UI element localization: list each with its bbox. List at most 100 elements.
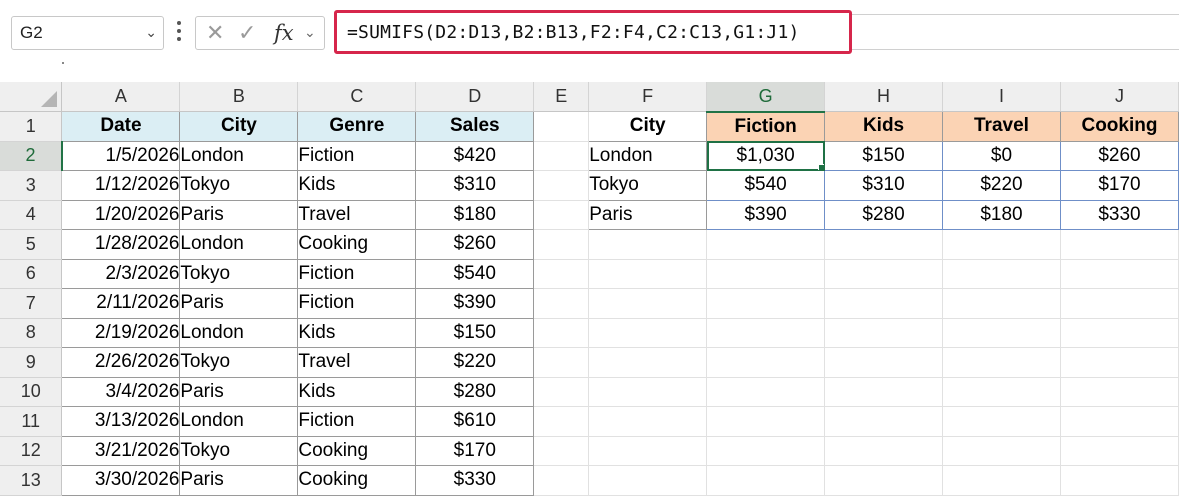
empty-cell[interactable]: [824, 259, 943, 289]
formula-input-extension[interactable]: [852, 14, 1179, 50]
empty-cell[interactable]: [533, 111, 590, 142]
summary-value-cell[interactable]: $540: [706, 170, 826, 201]
city-cell[interactable]: London: [179, 406, 299, 437]
summary-header-genre[interactable]: Travel: [942, 111, 1061, 142]
empty-cell[interactable]: [1060, 436, 1179, 466]
date-cell[interactable]: 2/19/2026: [61, 317, 181, 348]
row-header-8[interactable]: 8: [0, 318, 63, 348]
empty-cell[interactable]: [706, 229, 826, 260]
date-cell[interactable]: 1/28/2026: [61, 229, 181, 260]
sales-cell[interactable]: $610: [415, 406, 535, 437]
genre-cell[interactable]: Cooking: [297, 435, 417, 466]
sales-cell[interactable]: $330: [415, 465, 535, 496]
empty-cell[interactable]: [706, 347, 826, 378]
genre-cell[interactable]: Cooking: [297, 465, 417, 496]
empty-cell[interactable]: [533, 141, 590, 171]
source-header-cell[interactable]: Date: [61, 111, 181, 142]
row-header-11[interactable]: 11: [0, 406, 63, 437]
empty-cell[interactable]: [824, 377, 943, 407]
empty-cell[interactable]: [1060, 377, 1179, 407]
city-cell[interactable]: Tokyo: [179, 347, 299, 378]
sales-cell[interactable]: $150: [415, 317, 535, 348]
city-cell[interactable]: Tokyo: [179, 258, 299, 289]
empty-cell[interactable]: [942, 347, 1061, 378]
empty-cell[interactable]: [533, 259, 590, 289]
row-header-6[interactable]: 6: [0, 259, 63, 289]
city-cell[interactable]: London: [179, 317, 299, 348]
source-header-cell[interactable]: Genre: [297, 111, 417, 142]
date-cell[interactable]: 3/13/2026: [61, 406, 181, 437]
column-header-b[interactable]: B: [179, 82, 299, 112]
sales-cell[interactable]: $310: [415, 170, 535, 201]
sales-cell[interactable]: $280: [415, 376, 535, 407]
city-cell[interactable]: Paris: [179, 376, 299, 407]
column-header-g[interactable]: G: [706, 82, 826, 113]
date-cell[interactable]: 3/30/2026: [61, 465, 181, 496]
empty-cell[interactable]: [942, 377, 1061, 407]
genre-cell[interactable]: Fiction: [297, 288, 417, 319]
summary-header-genre[interactable]: Cooking: [1059, 111, 1179, 142]
genre-cell[interactable]: Fiction: [297, 406, 417, 437]
empty-cell[interactable]: [1060, 347, 1179, 378]
empty-cell[interactable]: [824, 288, 943, 319]
genre-cell[interactable]: Fiction: [297, 258, 417, 289]
summary-value-cell[interactable]: $150: [824, 140, 943, 171]
empty-cell[interactable]: [1060, 259, 1179, 289]
summary-value-cell[interactable]: $280: [824, 199, 943, 230]
empty-cell[interactable]: [706, 259, 826, 289]
sales-cell[interactable]: $390: [415, 288, 535, 319]
sales-cell[interactable]: $260: [415, 229, 535, 260]
empty-cell[interactable]: [824, 406, 943, 437]
empty-cell[interactable]: [824, 436, 943, 466]
row-header-4[interactable]: 4: [0, 200, 63, 230]
city-cell[interactable]: Tokyo: [179, 435, 299, 466]
empty-cell[interactable]: [1060, 229, 1179, 260]
chevron-down-icon[interactable]: ⌄: [304, 24, 316, 41]
empty-cell[interactable]: [588, 288, 708, 319]
empty-cell[interactable]: [942, 436, 1061, 466]
empty-cell[interactable]: [533, 200, 590, 230]
empty-cell[interactable]: [588, 259, 708, 289]
empty-cell[interactable]: [533, 318, 590, 348]
fill-handle[interactable]: [818, 164, 824, 170]
close-icon[interactable]: ✕: [206, 21, 224, 46]
sales-cell[interactable]: $180: [415, 199, 535, 230]
empty-cell[interactable]: [533, 288, 590, 319]
date-cell[interactable]: 3/4/2026: [61, 376, 181, 407]
empty-cell[interactable]: [706, 436, 826, 466]
column-header-a[interactable]: A: [61, 82, 181, 112]
empty-cell[interactable]: [942, 465, 1061, 496]
empty-cell[interactable]: [942, 406, 1061, 437]
genre-cell[interactable]: Kids: [297, 170, 417, 201]
check-icon[interactable]: ✓: [238, 21, 256, 46]
formula-input[interactable]: =SUMIFS(D2:D13,B2:B13,F2:F4,C2:C13,G1:J1…: [334, 10, 852, 54]
date-cell[interactable]: 2/3/2026: [61, 258, 181, 289]
row-header-2[interactable]: 2: [0, 141, 63, 171]
empty-cell[interactable]: [533, 436, 590, 466]
sales-cell[interactable]: $220: [415, 347, 535, 378]
empty-cell[interactable]: [706, 465, 826, 496]
summary-city-cell[interactable]: Tokyo: [588, 170, 708, 201]
source-header-cell[interactable]: City: [179, 111, 299, 142]
empty-cell[interactable]: [533, 347, 590, 378]
row-header-5[interactable]: 5: [0, 229, 63, 260]
empty-cell[interactable]: [942, 259, 1061, 289]
column-header-j[interactable]: J: [1060, 82, 1179, 112]
summary-header-genre[interactable]: Kids: [824, 111, 943, 142]
empty-cell[interactable]: [588, 436, 708, 466]
empty-cell[interactable]: [942, 318, 1061, 348]
city-cell[interactable]: London: [179, 229, 299, 260]
row-header-12[interactable]: 12: [0, 436, 63, 466]
row-header-10[interactable]: 10: [0, 377, 63, 407]
column-header-f[interactable]: F: [588, 82, 708, 112]
empty-cell[interactable]: [1060, 318, 1179, 348]
genre-cell[interactable]: Travel: [297, 199, 417, 230]
column-header-c[interactable]: C: [297, 82, 417, 112]
select-all-corner[interactable]: [0, 82, 63, 112]
summary-value-cell[interactable]: $180: [942, 199, 1061, 230]
date-cell[interactable]: 2/26/2026: [61, 347, 181, 378]
chevron-down-icon[interactable]: ⌄: [145, 24, 157, 41]
summary-value-cell[interactable]: $310: [824, 170, 943, 201]
genre-cell[interactable]: Fiction: [297, 140, 417, 171]
sales-cell[interactable]: $540: [415, 258, 535, 289]
